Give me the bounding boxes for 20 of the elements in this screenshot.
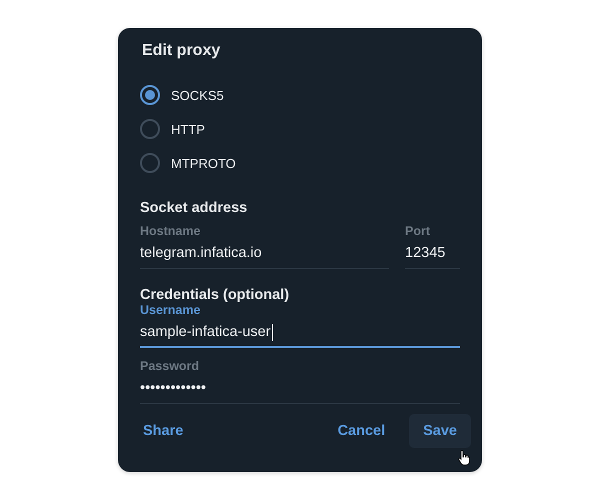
radio-button[interactable]: [140, 153, 160, 173]
radio-label: MTPROTO: [171, 156, 236, 170]
radio-option[interactable]: SOCKS5: [140, 85, 460, 105]
text-button[interactable]: Cancel: [324, 414, 400, 448]
input-field[interactable]: Port 12345: [405, 224, 460, 269]
radio-label: HTTP: [171, 122, 205, 136]
text-button[interactable]: Save: [409, 414, 471, 448]
hand-cursor-icon: [458, 450, 470, 466]
section-heading: Socket address: [140, 200, 248, 216]
radio-button[interactable]: [140, 119, 160, 139]
radio-option[interactable]: MTPROTO: [140, 153, 460, 173]
section-heading: Credentials (optional): [140, 287, 290, 303]
text-button[interactable]: Share: [129, 414, 198, 448]
radio-option[interactable]: HTTP: [140, 119, 460, 139]
radio-label: SOCKS5: [171, 88, 224, 102]
dialog-title: Edit proxy: [142, 42, 222, 61]
input-field[interactable]: Username sample-infatica-user: [140, 303, 460, 348]
radio-button[interactable]: [140, 85, 160, 105]
input-field[interactable]: Password •••••••••••••: [140, 359, 460, 404]
input-field[interactable]: Hostname telegram.infatica.io: [140, 224, 389, 269]
